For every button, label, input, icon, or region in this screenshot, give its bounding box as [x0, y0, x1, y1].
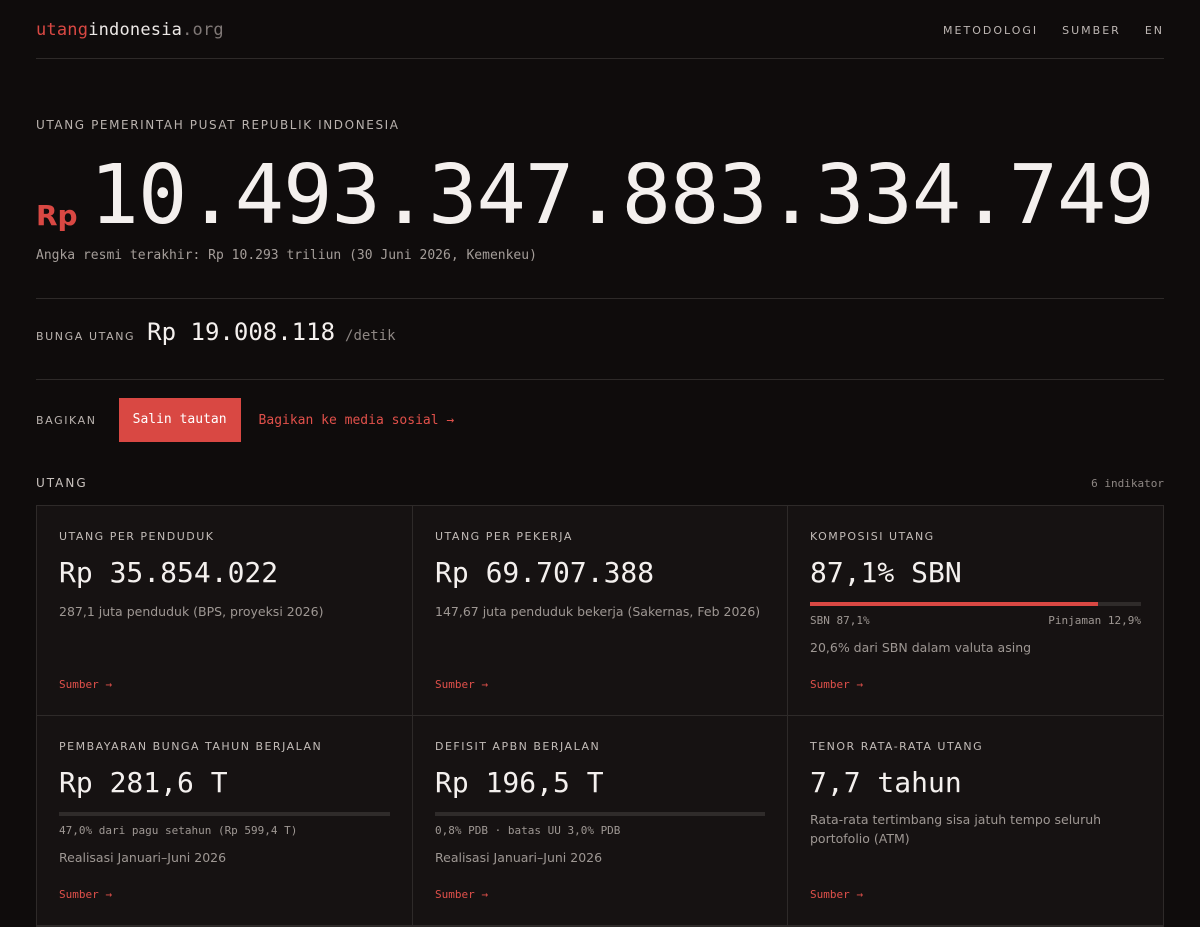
divider: [36, 379, 1164, 380]
hero-eyebrow: UTANG PEMERINTAH PUSAT REPUBLIK INDONESI…: [36, 118, 400, 132]
copy-link-button[interactable]: Salin tautan: [118, 398, 241, 442]
share-bar: BAGIKAN Salin tautan Bagikan ke media so…: [36, 398, 454, 442]
card-title: DEFISIT APBN BERJALAN: [435, 740, 601, 753]
official-figure: Angka resmi terakhir: Rp 10.293 triliun …: [36, 248, 537, 263]
card-title: UTANG PER PEKERJA: [435, 530, 573, 543]
divider: [36, 298, 1164, 299]
card-average-tenor: TENOR RATA-RATA UTANG 7,7 tahun Rata-rat…: [788, 716, 1163, 926]
card-subtext: Realisasi Januari–Juni 2026: [435, 850, 603, 865]
card-value: Rp 35.854.022: [59, 556, 279, 589]
card-subtext: 20,6% dari SBN dalam valuta asing: [810, 640, 1032, 655]
loan-share-label: Pinjaman 12,9%: [1048, 614, 1141, 627]
main-nav: METODOLOGI SUMBER EN: [943, 24, 1164, 37]
card-value: Rp 196,5 T: [435, 766, 604, 799]
deficit-progress-bar: [435, 812, 765, 816]
sbn-share-label: SBN 87,1%: [810, 614, 870, 627]
page: utangindonesia.org METODOLOGI SUMBER EN …: [36, 0, 1164, 927]
deficit-progress-fill: [435, 812, 524, 816]
composition-legend: SBN 87,1% Pinjaman 12,9%: [810, 614, 1141, 627]
interest-label: BUNGA UTANG: [36, 330, 136, 343]
card-subtext: 287,1 juta penduduk (BPS, proyeksi 2026): [59, 604, 324, 619]
card-debt-per-worker: UTANG PER PEKERJA Rp 69.707.388 147,67 j…: [413, 506, 788, 716]
share-label: BAGIKAN: [36, 413, 97, 427]
interest-rate: BUNGA UTANG Rp 19.008.118 /detik: [36, 318, 396, 346]
section-title: UTANG: [36, 476, 88, 490]
card-subtext: 147,67 juta penduduk bekerja (Sakernas, …: [435, 604, 761, 619]
debt-currency: Rp: [36, 199, 78, 232]
section-header: UTANG 6 indikator: [36, 476, 1164, 490]
interest-unit: /detik: [345, 328, 396, 344]
card-title: UTANG PER PENDUDUK: [59, 530, 215, 543]
source-link[interactable]: Sumber →: [59, 888, 112, 901]
card-title: PEMBAYARAN BUNGA TAHUN BERJALAN: [59, 740, 323, 753]
card-meta: 0,8% PDB · batas UU 3,0% PDB: [435, 824, 621, 837]
source-link[interactable]: Sumber →: [435, 678, 488, 691]
debt-counter: Rp 10.493.347.883.334.749: [36, 146, 1155, 246]
logo-part-1: utang: [36, 19, 89, 40]
indicator-grid: UTANG PER PENDUDUK Rp 35.854.022 287,1 j…: [36, 505, 1164, 927]
card-value: Rp 69.707.388: [435, 556, 655, 589]
logo-part-3: .org: [182, 19, 224, 40]
interest-progress-fill: [59, 812, 215, 816]
card-value: Rp 281,6 T: [59, 766, 228, 799]
card-meta: 47,0% dari pagu setahun (Rp 599,4 T): [59, 824, 298, 837]
share-social-link[interactable]: Bagikan ke media sosial →: [259, 413, 455, 428]
card-title: TENOR RATA-RATA UTANG: [810, 740, 984, 753]
interest-value: Rp 19.008.118: [147, 318, 336, 346]
card-budget-deficit: DEFISIT APBN BERJALAN Rp 196,5 T 0,8% PD…: [413, 716, 788, 926]
card-subtext: Rata-rata tertimbang sisa jatuh tempo se…: [810, 812, 1102, 846]
card-subtext: Realisasi Januari–Juni 2026: [59, 850, 227, 865]
card-value: 7,7 tahun: [810, 766, 962, 799]
card-debt-per-capita: UTANG PER PENDUDUK Rp 35.854.022 287,1 j…: [37, 506, 413, 716]
composition-bar: [810, 602, 1141, 606]
source-link[interactable]: Sumber →: [810, 888, 863, 901]
nav-language[interactable]: EN: [1145, 24, 1164, 37]
composition-bar-fill: [810, 602, 1099, 606]
interest-progress-bar: [59, 812, 390, 816]
card-value: 87,1% SBN: [810, 556, 962, 589]
nav-metodologi[interactable]: METODOLOGI: [943, 24, 1038, 37]
source-link[interactable]: Sumber →: [810, 678, 863, 691]
debt-amount: 10.493.347.883.334.749: [89, 148, 1155, 243]
card-debt-composition: KOMPOSISI UTANG 87,1% SBN SBN 87,1% Pinj…: [788, 506, 1163, 716]
site-logo[interactable]: utangindonesia.org: [36, 20, 224, 40]
top-bar: utangindonesia.org METODOLOGI SUMBER EN: [36, 0, 1164, 59]
source-link[interactable]: Sumber →: [435, 888, 488, 901]
logo-part-2: indonesia: [88, 19, 183, 40]
indicator-count: 6 indikator: [1091, 477, 1164, 490]
source-link[interactable]: Sumber →: [59, 678, 112, 691]
card-title: KOMPOSISI UTANG: [810, 530, 935, 543]
card-interest-payment: PEMBAYARAN BUNGA TAHUN BERJALAN Rp 281,6…: [37, 716, 413, 926]
nav-sumber[interactable]: SUMBER: [1062, 24, 1121, 37]
